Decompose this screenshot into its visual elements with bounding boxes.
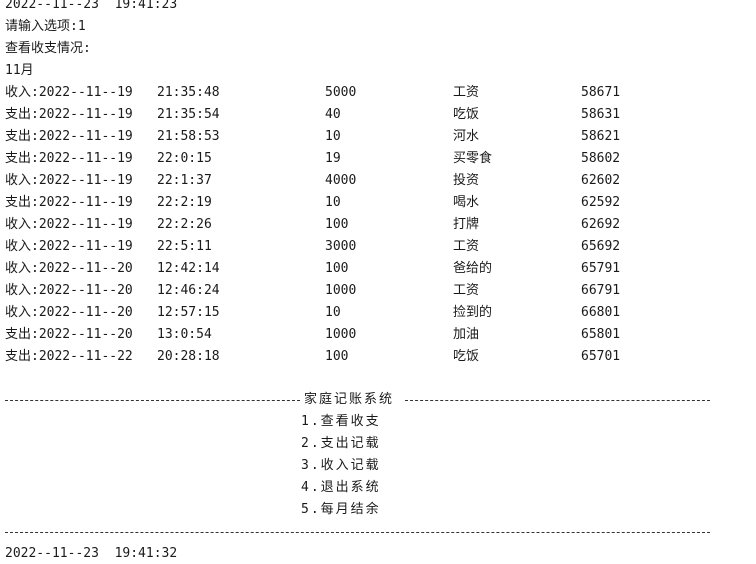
record-note: 工资: [453, 283, 480, 298]
record-note: 河水: [453, 129, 480, 144]
record-time: 22:0:15: [157, 151, 212, 166]
record-type-date: 收入:2022--11--19: [5, 173, 133, 188]
header-timestamp: 2022--11--23 19:41:23: [5, 0, 178, 12]
record-time: 13:0:54: [157, 327, 212, 342]
record-time: 22:2:19: [157, 195, 212, 210]
record-type-date: 收入:2022--11--19: [5, 239, 133, 254]
record-row: 支出:2022--11--22 20:28:18 100 吃饭 65701: [0, 346, 756, 368]
record-type-date: 支出:2022--11--19: [5, 195, 133, 210]
record-time: 12:57:15: [157, 305, 220, 320]
record-balance: 62592: [581, 195, 621, 210]
record-amount: 4000: [325, 173, 357, 188]
menu-item-exit: 4.退出系统: [301, 480, 381, 495]
console-output: 2022--11--23 19:41:23 请输入选项:1 查看收支情况: 11…: [0, 0, 756, 564]
record-balance: 65801: [581, 327, 621, 342]
record-row: 收入:2022--11--19 22:5:11 3000 工资 65692: [0, 236, 756, 258]
record-amount: 100: [325, 349, 349, 364]
record-time: 22:1:37: [157, 173, 212, 188]
record-type-date: 收入:2022--11--19: [5, 85, 133, 100]
record-type-date: 支出:2022--11--19: [5, 129, 133, 144]
record-amount: 5000: [325, 85, 357, 100]
record-balance: 65791: [581, 261, 621, 276]
record-type-date: 收入:2022--11--20: [5, 283, 133, 298]
record-balance: 58602: [581, 151, 621, 166]
record-note: 吃饭: [453, 107, 480, 122]
record-time: 21:35:48: [157, 85, 220, 100]
menu-item-income: 3.收入记载: [301, 458, 381, 473]
view-heading: 查看收支情况:: [5, 41, 91, 56]
record-time: 12:46:24: [157, 283, 220, 298]
record-time: 21:35:54: [157, 107, 220, 122]
menu-title: 家庭记账系统: [301, 389, 398, 411]
prompt-line: 请输入选项:1: [5, 19, 86, 34]
record-note: 爸给的: [453, 261, 493, 276]
record-time: 21:58:53: [157, 129, 220, 144]
record-type-date: 收入:2022--11--19: [5, 217, 133, 232]
record-row: 支出:2022--11--19 22:0:15 19 买零食 58602: [0, 148, 756, 170]
record-amount: 100: [325, 217, 349, 232]
record-amount: 40: [325, 107, 341, 122]
record-amount: 100: [325, 261, 349, 276]
record-row: 收入:2022--11--20 12:46:24 1000 工资 66791: [0, 280, 756, 302]
record-balance: 58671: [581, 85, 621, 100]
record-balance: 66801: [581, 305, 621, 320]
record-time: 12:42:14: [157, 261, 220, 276]
record-amount: 10: [325, 305, 341, 320]
record-note: 工资: [453, 85, 480, 100]
record-amount: 1000: [325, 327, 357, 342]
record-note: 捡到的: [453, 305, 493, 320]
record-note: 吃饭: [453, 349, 480, 364]
record-note: 喝水: [453, 195, 480, 210]
record-amount: 10: [325, 129, 341, 144]
record-type-date: 支出:2022--11--20: [5, 327, 133, 342]
record-type-date: 支出:2022--11--19: [5, 151, 133, 166]
record-note: 工资: [453, 239, 480, 254]
record-time: 22:5:11: [157, 239, 212, 254]
record-balance: 58631: [581, 107, 621, 122]
record-amount: 1000: [325, 283, 357, 298]
record-balance: 65701: [581, 349, 621, 364]
record-row: 支出:2022--11--19 22:2:19 10 喝水 62592: [0, 192, 756, 214]
record-type-date: 支出:2022--11--19: [5, 107, 133, 122]
record-row: 支出:2022--11--20 13:0:54 1000 加油 65801: [0, 324, 756, 346]
record-time: 22:2:26: [157, 217, 212, 232]
record-balance: 58621: [581, 129, 621, 144]
record-type-date: 支出:2022--11--22: [5, 349, 133, 364]
month-label: 11月: [5, 63, 34, 78]
record-type-date: 收入:2022--11--20: [5, 305, 133, 320]
menu-divider-top: 家庭记账系统: [5, 389, 710, 411]
record-balance: 66791: [581, 283, 621, 298]
record-amount: 10: [325, 195, 341, 210]
record-time: 20:28:18: [157, 349, 220, 364]
record-row: 支出:2022--11--19 21:35:54 40 吃饭 58631: [0, 104, 756, 126]
record-row: 收入:2022--11--20 12:42:14 100 爸给的 65791: [0, 258, 756, 280]
record-row: 收入:2022--11--20 12:57:15 10 捡到的 66801: [0, 302, 756, 324]
record-balance: 62692: [581, 217, 621, 232]
record-row: 收入:2022--11--19 22:2:26 100 打牌 62692: [0, 214, 756, 236]
record-row: 支出:2022--11--19 21:58:53 10 河水 58621: [0, 126, 756, 148]
record-note: 加油: [453, 327, 480, 342]
menu-item-view: 1.查看收支: [301, 414, 381, 429]
record-type-date: 收入:2022--11--20: [5, 261, 133, 276]
record-row: 收入:2022--11--19 22:1:37 4000 投资 62602: [0, 170, 756, 192]
record-note: 打牌: [453, 217, 480, 232]
menu-item-balance: 5.每月结余: [301, 502, 381, 517]
record-amount: 3000: [325, 239, 357, 254]
record-row: 收入:2022--11--19 21:35:48 5000 工资 58671: [0, 82, 756, 104]
record-note: 买零食: [453, 151, 493, 166]
record-amount: 19: [325, 151, 341, 166]
record-note: 投资: [453, 173, 480, 188]
menu-item-expense: 2.支出记载: [301, 436, 381, 451]
footer-timestamp: 2022--11--23 19:41:32: [5, 546, 178, 561]
record-balance: 62602: [581, 173, 621, 188]
menu-divider-bottom: [5, 521, 710, 543]
record-balance: 65692: [581, 239, 621, 254]
